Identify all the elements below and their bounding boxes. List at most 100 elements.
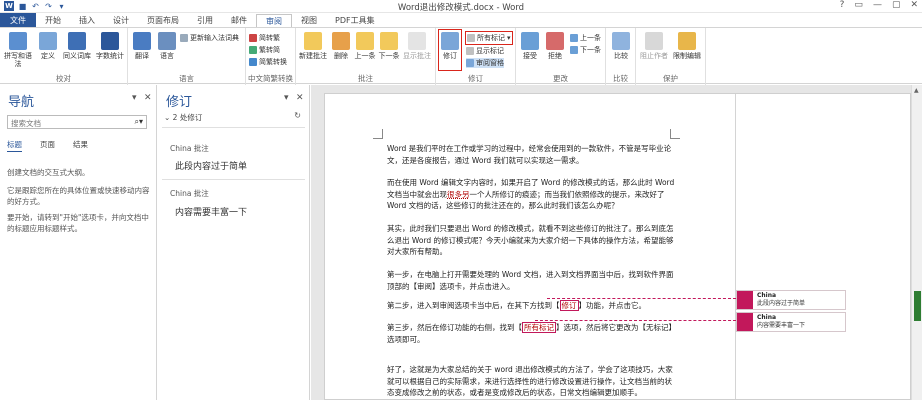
nav-pane-title: 导航 — [8, 95, 35, 110]
tab-view[interactable]: 视图 — [292, 13, 326, 27]
paragraph[interactable]: 而在使用 Word 编辑文字内容时，如果开启了 Word 的修改模式的话，那么此… — [387, 177, 679, 212]
previous-change-button[interactable]: 上一条 — [570, 33, 601, 43]
tab-mailings[interactable]: 邮件 — [222, 13, 256, 27]
ribbon-tabs: 文件 开始 插入 设计 页面布局 引用 邮件 审阅 视图 PDF工具集 — [0, 13, 922, 28]
compare-button[interactable]: 比较 — [610, 32, 632, 60]
scroll-up-icon[interactable]: ▲ — [914, 87, 919, 94]
comment-balloon[interactable]: China 内容需要丰富一下 — [736, 312, 846, 332]
tab-review[interactable]: 审阅 — [256, 14, 292, 28]
new-comment-button[interactable]: 新建批注 — [299, 32, 327, 60]
group-label: 语言 — [179, 74, 194, 83]
paragraph[interactable]: 其实，此时我们只要退出 Word 的修改模式，就看不到这些修订的批注了。那么到底… — [387, 223, 679, 258]
revisions-pane-title: 修订 — [166, 95, 193, 110]
define-icon — [39, 32, 57, 50]
tab-references[interactable]: 引用 — [188, 13, 222, 27]
spelling-icon — [9, 32, 27, 50]
markup-margin — [735, 94, 736, 399]
close-button[interactable]: ✕ — [910, 0, 918, 10]
show-markup-button[interactable]: 显示标记 — [466, 46, 504, 56]
block-authors-button[interactable]: 阻止作者 — [639, 32, 669, 60]
search-icon[interactable]: ⌕▾ — [135, 117, 144, 127]
revision-count[interactable]: ⌄ 2 处修订 — [164, 112, 202, 123]
word-count-button[interactable]: 字数统计 — [95, 32, 125, 60]
ribbon-display-button[interactable]: ▭ — [854, 0, 863, 10]
nav-close-icon[interactable]: ✕ — [144, 93, 152, 103]
group-protect: 阻止作者 限制编辑 保护 — [636, 28, 706, 85]
nav-options-icon[interactable]: ▾ — [132, 93, 137, 103]
word-count-icon — [101, 32, 119, 50]
divider — [162, 179, 305, 180]
show-comments-icon — [408, 32, 426, 50]
crop-mark — [670, 129, 680, 139]
language-icon — [158, 32, 176, 50]
accept-button[interactable]: 接受 — [519, 32, 541, 60]
group-proofing: 拼写和语法 定义 同义词库 字数统计 校对 — [0, 28, 128, 85]
track-changes-button[interactable]: 修订 — [438, 29, 462, 71]
thesaurus-button[interactable]: 同义词库 — [62, 32, 92, 60]
comment-anchor[interactable]: 所有标记 — [522, 322, 556, 333]
next-comment-button[interactable]: 下一条 — [378, 32, 400, 60]
nav-search-input[interactable]: 搜索文档 ⌕▾ — [7, 115, 147, 129]
show-markup-icon — [466, 47, 474, 55]
group-label: 中文简繁转换 — [248, 74, 293, 83]
vertical-scrollbar[interactable]: ▲ — [911, 85, 922, 400]
group-label: 校对 — [56, 74, 71, 83]
previous-comment-button[interactable]: 上一条 — [354, 32, 376, 60]
help-button[interactable]: ? — [840, 0, 845, 10]
convert-button[interactable]: 简繁转换 — [249, 57, 287, 67]
revisions-pane: 修订 ▾ ✕ ⌄ 2 处修订 ↻ China 批注 此段内容过于简单 China… — [158, 85, 310, 400]
tab-design[interactable]: 设计 — [104, 13, 138, 27]
revision-text[interactable]: 此段内容过于简单 — [175, 159, 247, 172]
revision-text[interactable]: 内容需要丰富一下 — [175, 205, 247, 218]
refresh-icon[interactable]: ↻ — [294, 111, 301, 120]
nav-tab-headings[interactable]: 标题 — [7, 139, 22, 152]
crop-mark — [373, 129, 383, 139]
window-controls: ? ▭ — ▢ ✕ — [840, 0, 918, 10]
tab-layout[interactable]: 页面布局 — [138, 13, 188, 27]
revisions-close-icon[interactable]: ✕ — [296, 93, 304, 103]
lock-icon — [678, 32, 696, 50]
spelling-button[interactable]: 拼写和语法 — [3, 32, 33, 68]
paragraph[interactable]: 好了，这就是为大家总结的关于 word 退出修改模式的方法了，学会了这项技巧，大… — [387, 364, 679, 399]
comment-balloon[interactable]: China 此段内容过于简单 — [736, 290, 846, 310]
tab-home[interactable]: 开始 — [36, 13, 70, 27]
restrict-editing-button[interactable]: 限制编辑 — [672, 32, 702, 60]
to-traditional-button[interactable]: 简转繁 — [249, 33, 280, 43]
paragraph[interactable]: 第三步，然后在修订功能的右侧，找到【 所有标记 】选项，然后将它更改为【无标记】选项… — [387, 322, 679, 345]
group-label: 批注 — [358, 74, 373, 83]
to-simplified-button[interactable]: 繁转简 — [249, 45, 280, 55]
maximize-button[interactable]: ▢ — [892, 0, 901, 10]
paragraph[interactable]: Word 是我们平时在工作或学习的过程中，经常会使用到的一款软件，不管是写毕业论… — [387, 143, 679, 166]
update-ime-button[interactable]: 更新输入法词典 — [180, 33, 239, 43]
minimize-button[interactable]: — — [873, 0, 882, 10]
simp-icon — [249, 46, 257, 54]
scroll-thumb[interactable] — [914, 291, 921, 321]
delete-comment-button[interactable]: 删除 — [331, 32, 351, 60]
paragraph[interactable]: 第二步，进入到审阅选项卡当中后，在其下方找到【 修订 】功能，并点击它。 — [387, 300, 679, 312]
revisions-options-icon[interactable]: ▾ — [284, 93, 289, 103]
reject-button[interactable]: 拒绝 — [544, 32, 566, 60]
nav-tab-results[interactable]: 结果 — [73, 139, 88, 152]
translate-button[interactable]: 翻译 — [131, 32, 153, 60]
document-page[interactable]: Word 是我们平时在工作或学习的过程中，经常会使用到的一款软件，不管是写毕业论… — [324, 93, 911, 400]
tracked-insertion[interactable]: 很多另 — [447, 190, 470, 199]
tab-insert[interactable]: 插入 — [70, 13, 104, 27]
reviewing-pane-button[interactable]: 审阅窗格 — [466, 58, 504, 68]
next-change-button[interactable]: 下一条 — [570, 45, 601, 55]
title-bar: W ■ ↶ ↷ ▾ Word退出修改模式.docx - Word ? ▭ — ▢… — [0, 0, 922, 13]
compare-icon — [612, 32, 630, 50]
group-tracking: 修订 所有标记 ▾ 显示标记 审阅窗格 修订 — [436, 28, 516, 85]
markup-select[interactable]: 所有标记 ▾ — [465, 31, 513, 45]
tab-pdf-tools[interactable]: PDF工具集 — [326, 13, 384, 27]
tab-file[interactable]: 文件 — [0, 13, 36, 27]
group-label: 更改 — [553, 74, 568, 83]
comment-anchor[interactable]: 修订 — [559, 300, 579, 311]
show-comments-button[interactable]: 显示批注 — [402, 32, 432, 60]
group-changes: 接受 拒绝 上一条 下一条 更改 — [516, 28, 606, 85]
paragraph[interactable]: 第一步，在电脑上打开需要处理的 Word 文档，进入到文档界面当中后，找到软件界… — [387, 269, 679, 292]
define-button[interactable]: 定义 — [38, 32, 58, 60]
navigation-pane: 导航 ▾ ✕ 搜索文档 ⌕▾ 标题 页面 结果 创建文档的交互式大纲。 它是跟踪… — [0, 85, 157, 400]
nav-tab-pages[interactable]: 页面 — [40, 139, 55, 152]
nav-help-text-2: 它是跟踪您所在的具体位置或快速移动内容的好方式。 — [7, 186, 150, 206]
language-button[interactable]: 语言 — [156, 32, 178, 60]
